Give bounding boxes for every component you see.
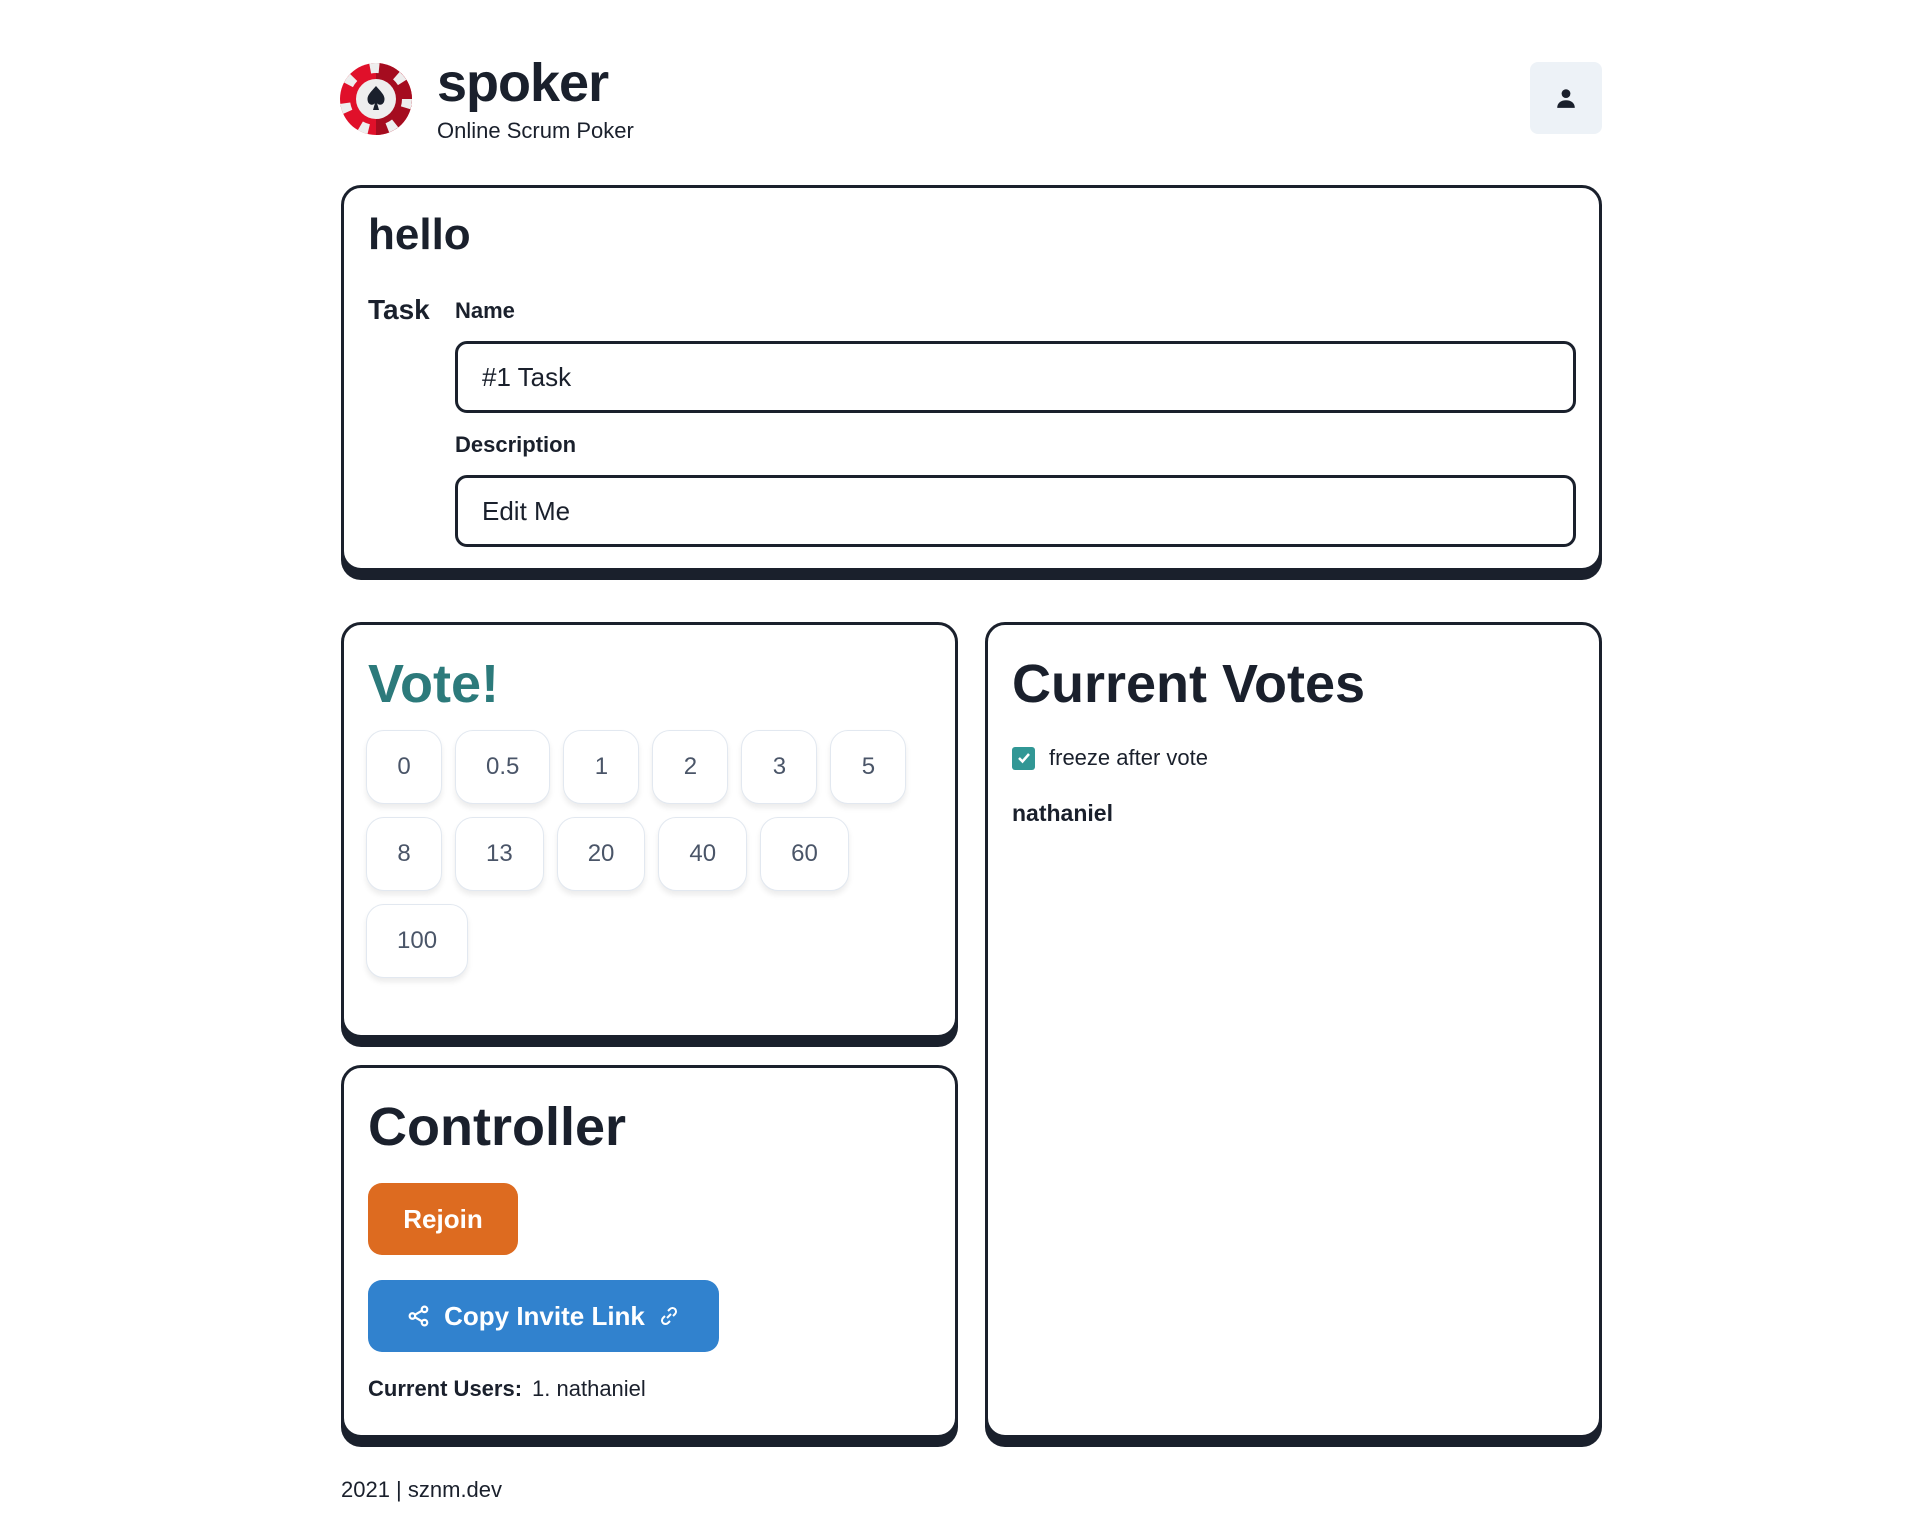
footer: 2021 | sznm.dev [341, 1477, 503, 1502]
brand-name: spoker [437, 53, 609, 113]
vote-option-button[interactable]: 40 [658, 817, 748, 891]
voter-name: nathaniel [1012, 800, 1113, 826]
user-icon [1557, 89, 1575, 108]
name-label: Name [455, 298, 515, 323]
freeze-after-vote-checkbox[interactable]: freeze after vote [1012, 745, 1208, 771]
description-label: Description [455, 432, 577, 457]
task-name-input[interactable] [455, 341, 1576, 413]
copy-invite-link-label: Copy Invite Link [444, 1300, 645, 1331]
vote-option-button[interactable]: 2 [652, 730, 729, 804]
vote-option-button[interactable]: 13 [455, 817, 544, 891]
task-description-input[interactable] [455, 475, 1576, 547]
vote-option-button[interactable]: 8 [366, 817, 442, 891]
vote-option-button[interactable]: 60 [760, 817, 849, 891]
vote-option-button[interactable]: 20 [556, 817, 646, 891]
vote-option-button[interactable]: 100 [366, 904, 469, 978]
vote-option-button[interactable]: 3 [741, 730, 818, 804]
link-icon [660, 1306, 677, 1326]
room-name: hello [368, 210, 471, 259]
controller-card: Controller Rejoin Copy Invite Link Curre… [341, 1065, 958, 1438]
vote-title: Vote! [368, 654, 499, 714]
current-votes-card: Current Votes freeze after vote nathanie… [985, 622, 1602, 1438]
vote-option-button[interactable]: 0.5 [455, 730, 551, 804]
vote-card: Vote! 0 0.5 1 2 3 5 8 13 20 40 60 100 [341, 622, 958, 1038]
tagline: Online Scrum Poker [437, 118, 634, 143]
controller-title: Controller [368, 1097, 627, 1157]
share-icon [408, 1305, 429, 1327]
rejoin-button[interactable]: Rejoin [368, 1183, 518, 1255]
current-users-label: Current Users: [368, 1376, 523, 1401]
vote-option-button[interactable]: 1 [563, 730, 640, 804]
user-menu-button[interactable] [1530, 62, 1602, 134]
current-votes-title: Current Votes [1012, 654, 1366, 714]
task-section-label: Task [368, 294, 430, 325]
current-user-item: 1. nathaniel [532, 1376, 646, 1401]
copy-invite-link-button[interactable]: Copy Invite Link [368, 1280, 719, 1352]
vote-option-button[interactable]: 5 [830, 730, 907, 804]
checkbox-checked-icon [1012, 746, 1035, 770]
vote-options: 0 0.5 1 2 3 5 8 13 20 40 60 100 [366, 730, 926, 978]
freeze-label: freeze after vote [1049, 745, 1208, 770]
vote-option-button[interactable]: 0 [366, 730, 442, 804]
task-card: hello Task Name Description [341, 185, 1602, 571]
poker-chip-logo-icon [340, 63, 412, 135]
